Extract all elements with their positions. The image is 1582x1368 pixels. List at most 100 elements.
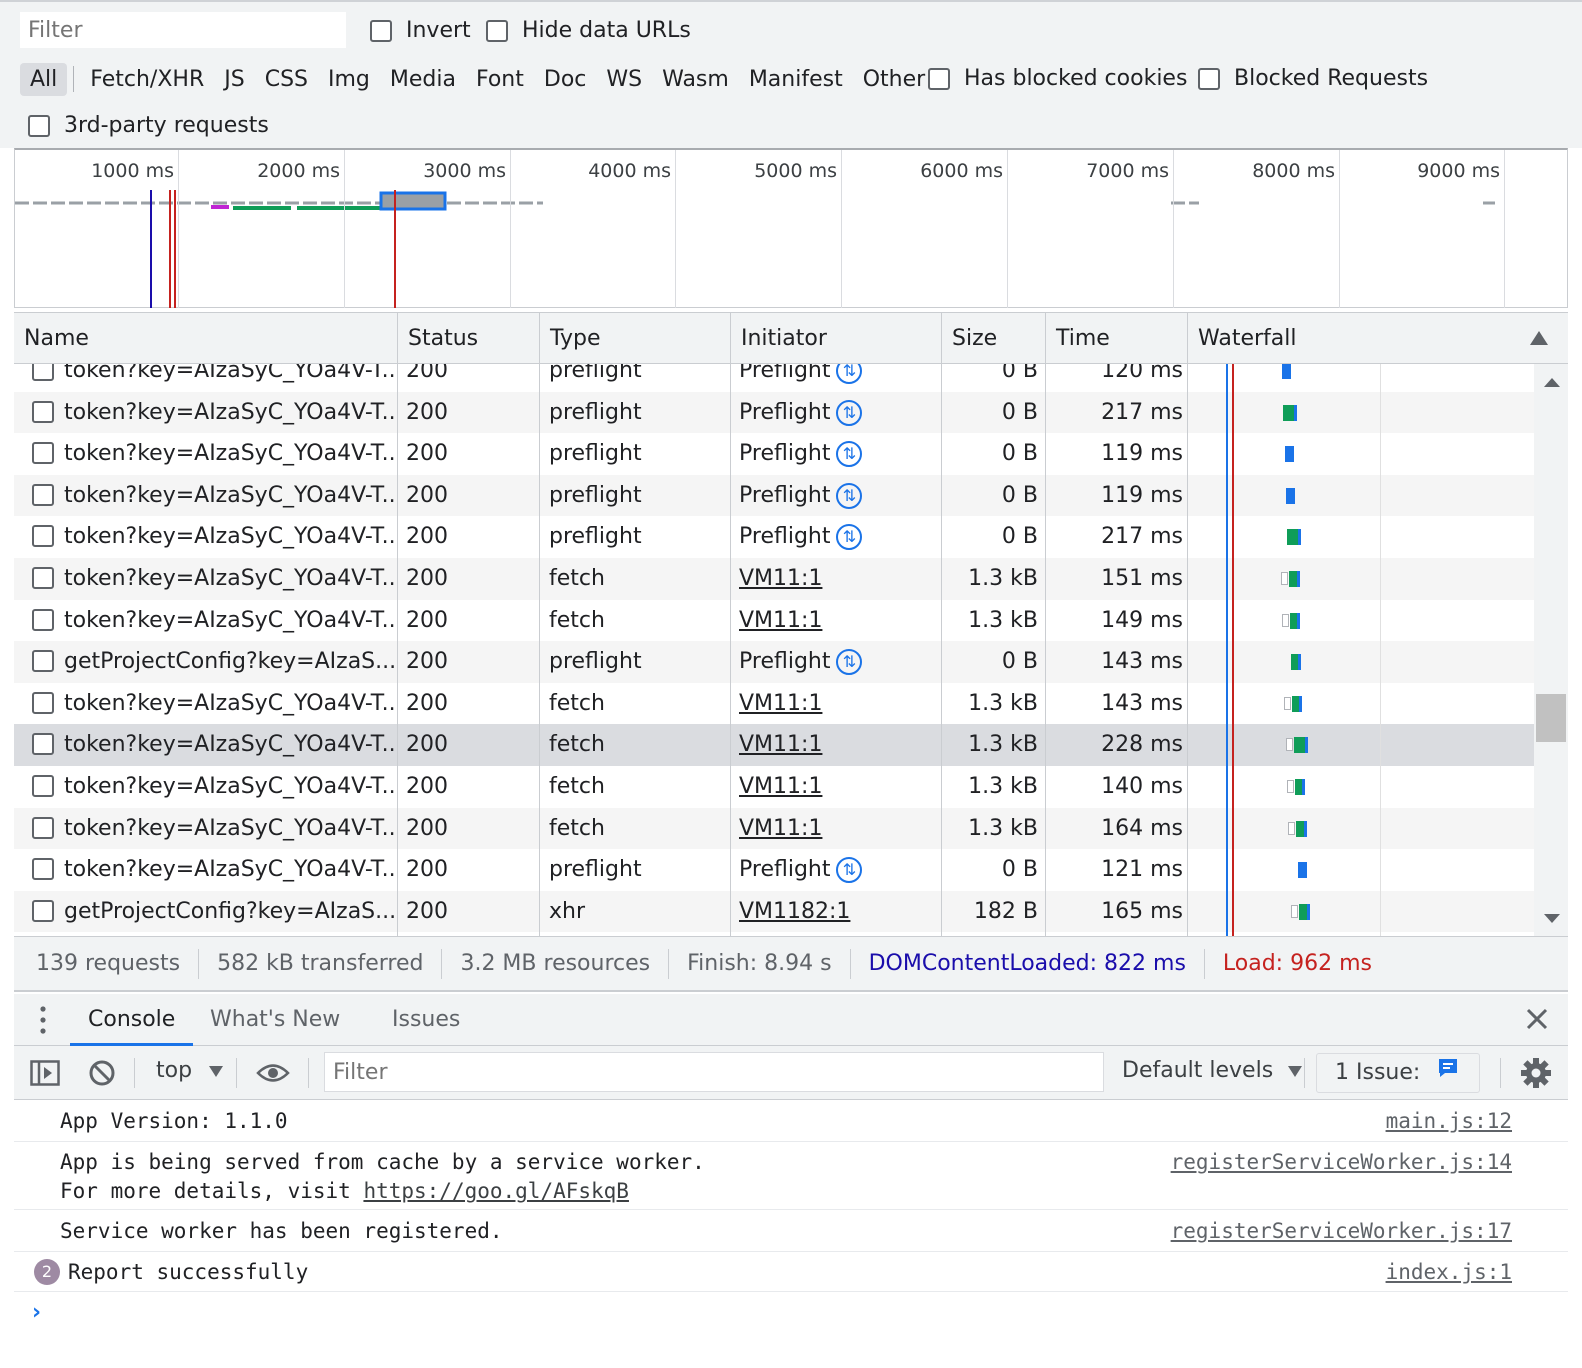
col-header-name[interactable]: Name — [14, 313, 398, 365]
request-name[interactable]: token?key=AIzaSyC_YOa4V-T... — [64, 849, 394, 891]
console-message-source[interactable]: main.js:12 — [1386, 1109, 1512, 1133]
request-name[interactable]: token?key=AIzaSyC_YOa4V-T... — [64, 558, 394, 600]
kebab-menu-icon[interactable] — [40, 1006, 46, 1034]
type-filter-all[interactable]: All — [20, 62, 68, 96]
scroll-up-icon[interactable] — [1544, 378, 1560, 387]
waterfall-bar[interactable] — [1291, 654, 1299, 671]
col-header-status[interactable]: Status — [398, 313, 540, 365]
type-filter-ws[interactable]: WS — [596, 63, 652, 96]
tab-whats-new[interactable]: What's New — [210, 994, 340, 1046]
table-row[interactable]: token?key=AIzaSyC_YOa4V-T... 200 fetch VM11… — [14, 724, 1534, 766]
type-filter-other[interactable]: Other — [853, 63, 935, 96]
waterfall-bar[interactable] — [1289, 612, 1297, 629]
blocked-cookies-checkbox[interactable] — [928, 67, 950, 90]
waterfall-bar[interactable] — [1295, 779, 1302, 795]
table-row[interactable]: token?key=AIzaSyC_YOa4V-T... 200 preflight… — [14, 433, 1534, 475]
console-message-source[interactable]: registerServiceWorker.js:14 — [1171, 1150, 1512, 1174]
tab-console[interactable]: Console — [70, 994, 194, 1046]
gear-icon[interactable] — [1520, 1057, 1552, 1093]
type-filter-manifest[interactable]: Manifest — [739, 63, 853, 96]
hide-data-urls-row[interactable]: Hide data URLs — [486, 18, 691, 43]
request-name[interactable]: token?key=AIzaSyC_YOa4V-T... — [64, 392, 394, 434]
col-header-time[interactable]: Time — [1046, 313, 1188, 365]
request-name[interactable]: token?key=AIzaSyC_YOa4V-T... — [64, 724, 394, 766]
table-row[interactable]: token?key=AIzaSyC_YOa4V-T... 200 fetch VM11… — [14, 683, 1534, 725]
type-filter-media[interactable]: Media — [380, 63, 466, 96]
request-name[interactable]: getProjectConfig?key=AIzaS... — [64, 891, 394, 933]
console-prompt-icon[interactable]: › — [32, 1300, 41, 1325]
table-row[interactable]: token?key=AIzaSyC_YOa4V-T... 200 preflight… — [14, 391, 1534, 434]
row-checkbox[interactable] — [32, 608, 54, 631]
hide-data-urls-checkbox[interactable] — [486, 19, 508, 42]
waterfall-bar[interactable] — [1292, 695, 1300, 712]
waterfall-bar[interactable] — [1288, 571, 1297, 587]
invert-checkbox-row[interactable]: Invert — [370, 18, 471, 43]
request-name[interactable]: token?key=AIzaSyC_YOa4V-T... — [64, 433, 394, 475]
table-row[interactable]: token?key=AIzaSyC_YOa4V-T... 200 preflight… — [14, 849, 1534, 891]
initiator-link[interactable]: VM11:1 — [739, 732, 822, 757]
col-header-waterfall[interactable]: Waterfall — [1188, 313, 1568, 365]
console-message-source[interactable]: index.js:1 — [1386, 1260, 1512, 1284]
row-checkbox[interactable] — [32, 899, 54, 922]
row-checkbox[interactable] — [32, 691, 54, 714]
console-filter-input[interactable] — [324, 1052, 1104, 1092]
table-row[interactable]: token?key=AIzaSyC_YOa4V-T... 200 preflight… — [14, 516, 1534, 558]
blocked-requests-checkbox[interactable] — [1198, 67, 1220, 90]
table-row[interactable]: getProjectConfig?key=AIzaS... 200 prefligh… — [14, 641, 1534, 683]
table-row[interactable]: token?key=AIzaSyC_YOa4V-T... 200 fetch VM11… — [14, 558, 1534, 600]
eye-icon[interactable] — [256, 1062, 290, 1088]
request-name[interactable]: token?key=AIzaSyC_YOa4V-T... — [64, 683, 394, 725]
blocked-requests-row[interactable]: Blocked Requests — [1198, 66, 1428, 91]
row-checkbox[interactable] — [32, 567, 54, 589]
row-checkbox[interactable] — [32, 650, 54, 673]
scroll-down-icon[interactable] — [1544, 914, 1560, 923]
preflight-icon[interactable]: ⇅ — [836, 649, 863, 676]
row-checkbox[interactable] — [32, 364, 54, 381]
row-checkbox[interactable] — [32, 858, 54, 881]
request-name[interactable]: token?key=AIzaSyC_YOa4V-T... — [64, 600, 394, 642]
col-header-type[interactable]: Type — [540, 313, 731, 365]
type-filter-doc[interactable]: Doc — [534, 63, 597, 96]
table-row[interactable]: token?key=AIzaSyC_YOa4V-T... 200 fetch VM11… — [14, 766, 1534, 808]
table-row[interactable]: token?key=AIzaSyC_YOa4V-T... 200 fetch VM11… — [14, 600, 1534, 642]
row-checkbox[interactable] — [32, 733, 54, 756]
sidebar-toggle-icon[interactable] — [30, 1060, 60, 1090]
console-message-link[interactable]: https://goo.gl/AFskqB — [363, 1179, 629, 1203]
request-name[interactable]: getProjectConfig?key=AIzaS... — [64, 641, 394, 683]
row-checkbox[interactable] — [32, 442, 54, 465]
tab-issues[interactable]: Issues — [392, 994, 460, 1046]
initiator-link[interactable]: VM11:1 — [739, 691, 822, 716]
table-row[interactable]: getProjectConfig?key=AIzaS... 200 xhr VM118… — [14, 890, 1534, 933]
col-header-initiator[interactable]: Initiator — [731, 313, 942, 365]
initiator-link[interactable]: VM11:1 — [739, 566, 822, 591]
invert-checkbox[interactable] — [370, 19, 392, 42]
blocked-cookies-row[interactable]: Has blocked cookies — [928, 66, 1187, 91]
row-checkbox[interactable] — [32, 525, 54, 548]
waterfall-bar[interactable] — [1298, 903, 1307, 920]
log-levels-dropdown[interactable]: Default levels — [1122, 1058, 1303, 1083]
waterfall-bar[interactable] — [1287, 529, 1299, 546]
preflight-icon[interactable]: ⇅ — [836, 857, 863, 884]
type-filter-img[interactable]: Img — [318, 63, 380, 96]
type-filter-css[interactable]: CSS — [255, 63, 318, 96]
request-name[interactable]: token?key=AIzaSyC_YOa4V-T... — [64, 766, 394, 808]
col-header-size[interactable]: Size — [942, 313, 1046, 365]
waterfall-bar[interactable] — [1283, 404, 1295, 421]
row-checkbox[interactable] — [32, 483, 54, 506]
waterfall-bar[interactable] — [1293, 737, 1305, 754]
preflight-icon[interactable]: ⇅ — [836, 441, 863, 468]
preflight-icon[interactable]: ⇅ — [836, 524, 863, 551]
type-filter-font[interactable]: Font — [466, 63, 534, 96]
preflight-icon[interactable]: ⇅ — [836, 364, 863, 384]
console-message-source[interactable]: registerServiceWorker.js:17 — [1171, 1219, 1512, 1243]
third-party-checkbox[interactable] — [28, 114, 50, 137]
network-filter-input[interactable] — [20, 12, 346, 48]
table-row[interactable]: token?key=AIzaSyC_YOa4V-T... 200 fetch VM11… — [14, 807, 1534, 850]
close-icon[interactable] — [1526, 1008, 1548, 1034]
row-checkbox[interactable] — [32, 775, 54, 797]
type-filter-js[interactable]: JS — [214, 63, 254, 96]
scroll-thumb[interactable] — [1536, 694, 1566, 742]
request-name[interactable]: token?key=AIzaSyC_YOa4V-T... — [64, 516, 394, 558]
type-filter-wasm[interactable]: Wasm — [652, 63, 739, 96]
request-name[interactable]: token?key=AIzaSyC_YOa4V-T... — [64, 364, 394, 392]
